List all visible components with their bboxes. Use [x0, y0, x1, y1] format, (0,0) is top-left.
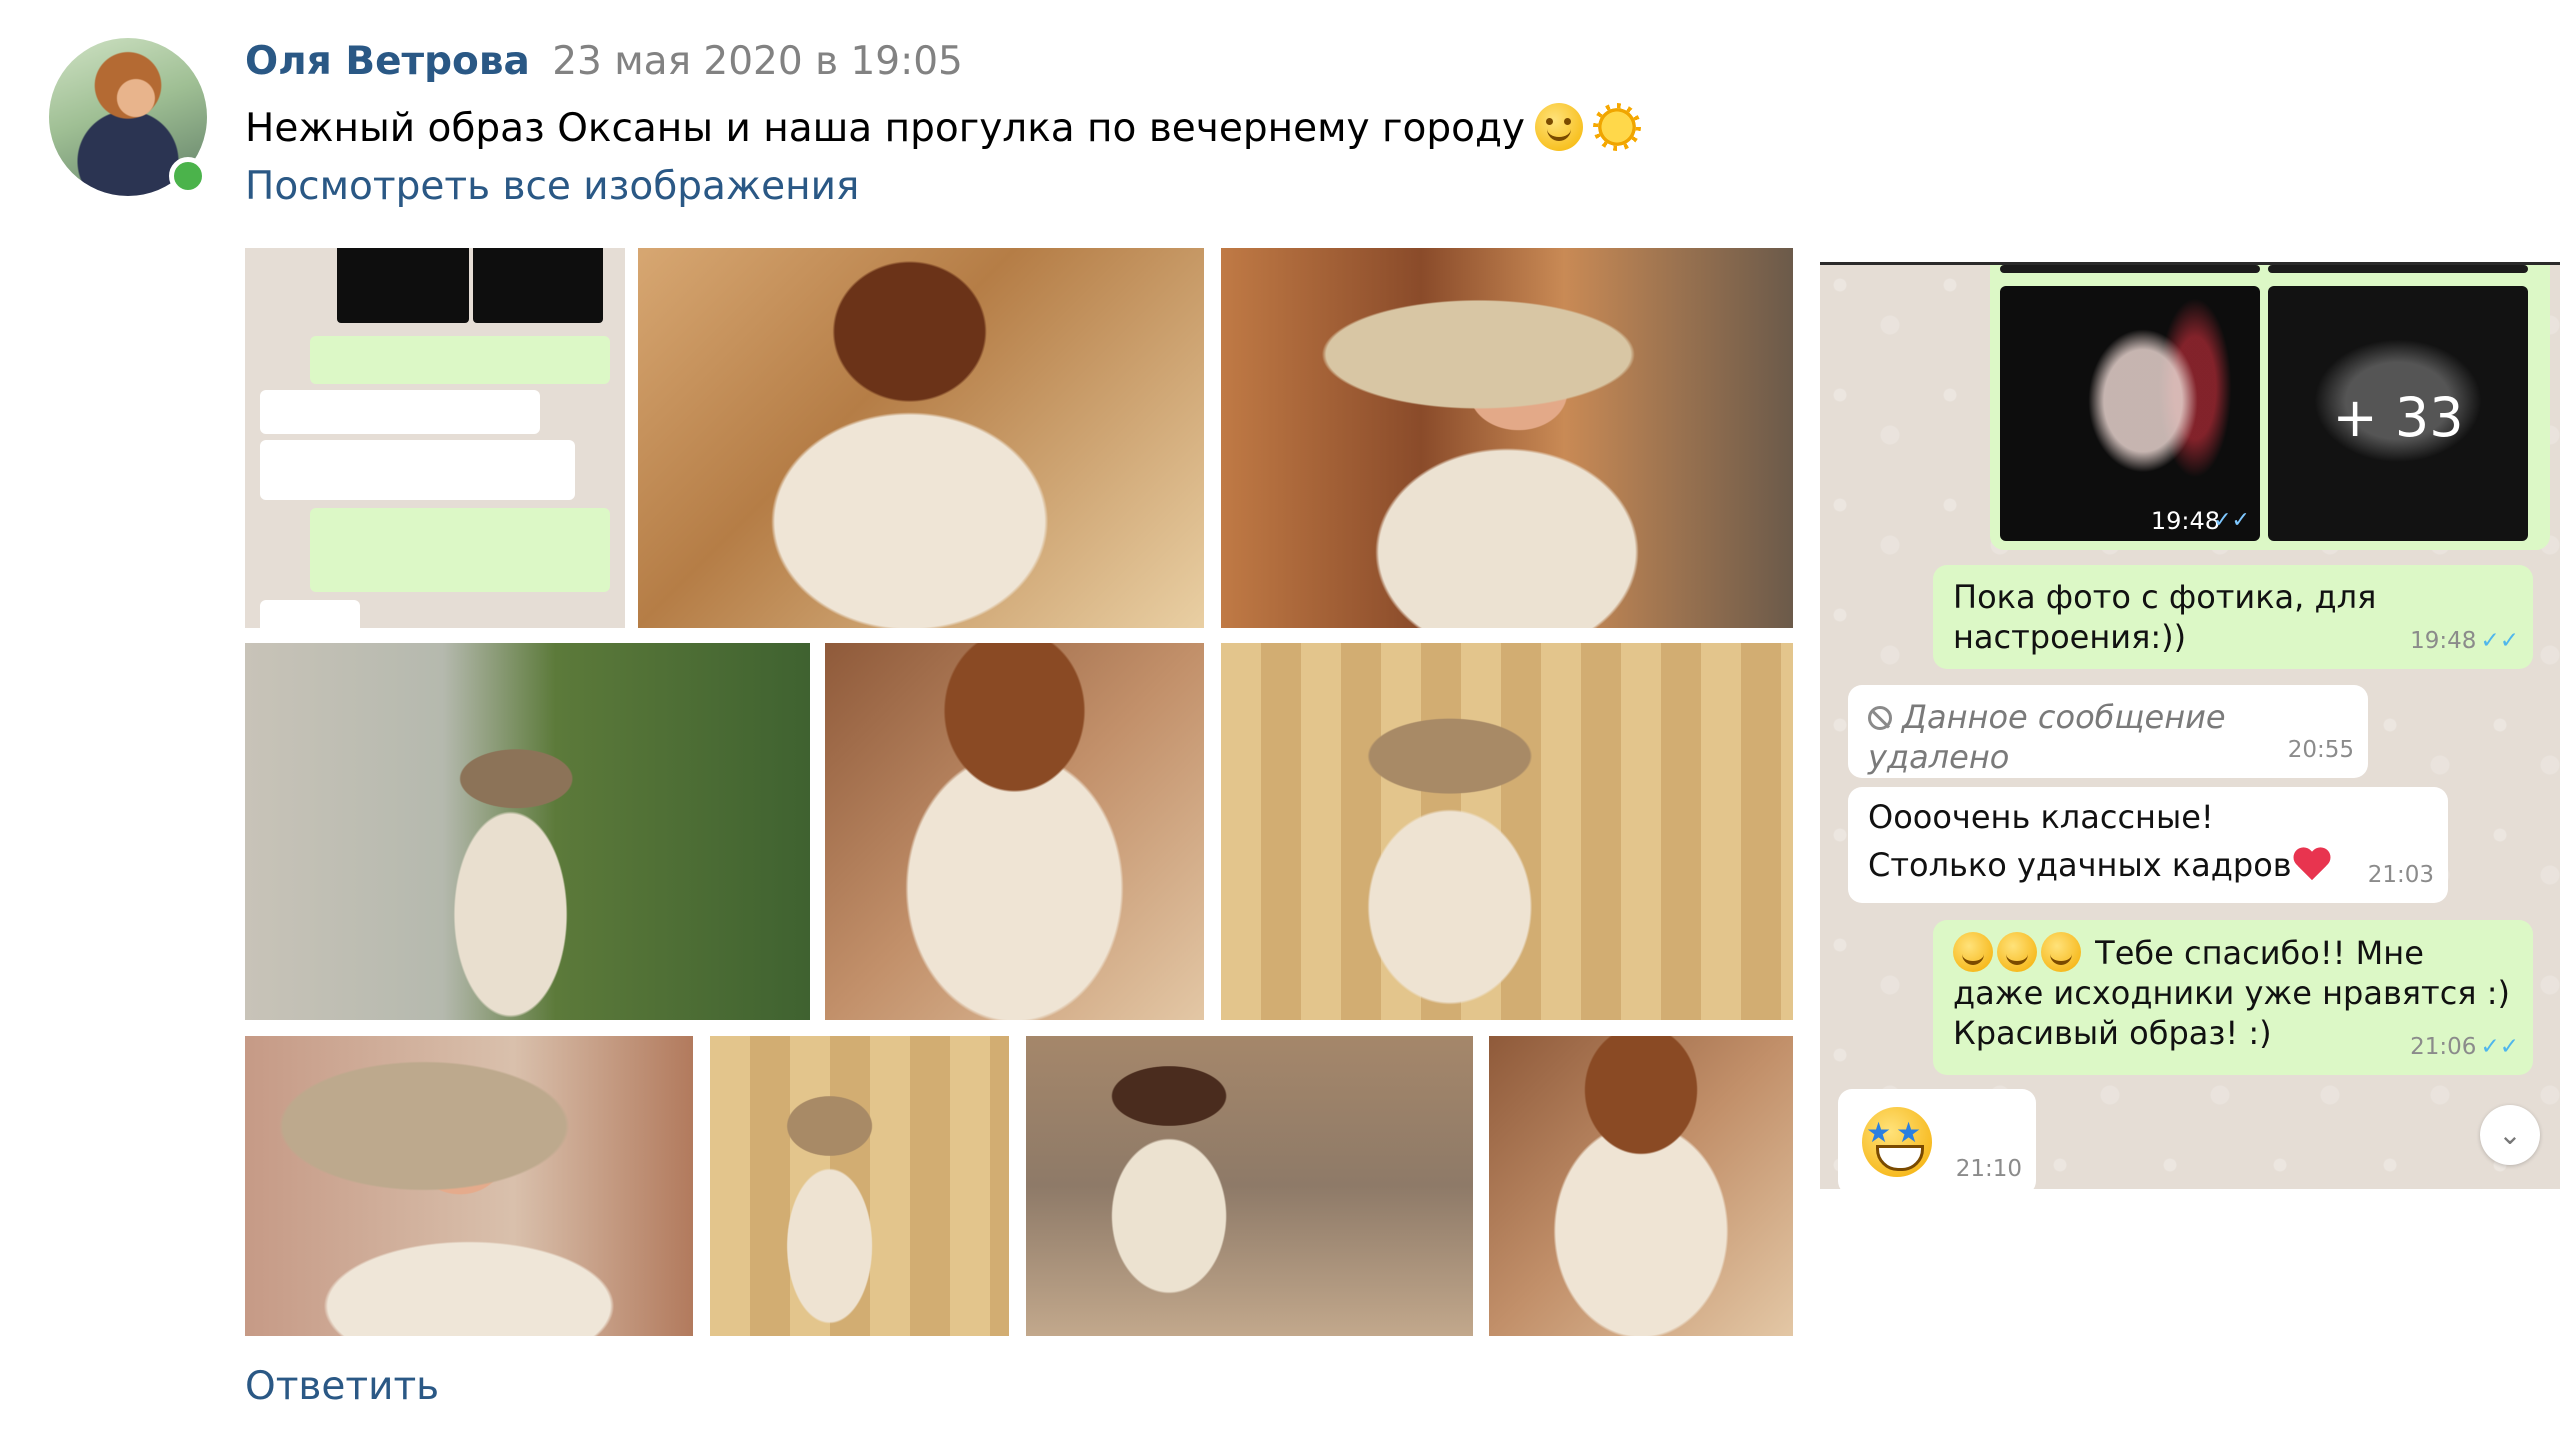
chat-message-outgoing: Тебе спасибо!! Мне даже исходники уже нр… — [1933, 920, 2533, 1075]
message-time: 21:10 — [1955, 1156, 2022, 1182]
photo-2[interactable] — [638, 248, 1204, 628]
post-text: Нежный образ Оксаны и наша прогулка по в… — [245, 103, 1641, 154]
smiling-face-icon — [1997, 932, 2037, 972]
post-date[interactable]: 23 мая 2020 в 19:05 — [552, 39, 963, 84]
chevron-double-down-icon: ⌄ — [2498, 1118, 2522, 1151]
double-check-icon: ✓✓ — [2480, 628, 2519, 654]
post-text-body: Нежный образ Оксаны и наша прогулка по в… — [245, 106, 1525, 151]
media-more-thumbnail[interactable]: + 33 — [2268, 286, 2528, 541]
photo-chat-screenshot[interactable] — [245, 248, 625, 628]
sun-icon — [1593, 103, 1641, 151]
photo-3[interactable] — [1221, 248, 1793, 628]
deleted-label: Данное сообщение удалено — [1868, 698, 2226, 776]
message-line-1: Тебе спасибо!! Мне — [1953, 932, 2513, 973]
chat-thumb-message — [260, 600, 360, 628]
chat-thumb-media-2 — [473, 248, 603, 323]
message-time: 21:06 — [2410, 1034, 2477, 1060]
chat-message-incoming: Оооочень классные! Столько удачных кадро… — [1848, 787, 2448, 903]
media-strip-right — [2268, 265, 2528, 273]
message-body: Тебе спасибо!! Мне — [2095, 934, 2424, 972]
chat-thumb-message — [260, 440, 575, 500]
message-time: 19:48 — [2410, 628, 2477, 654]
chat-screenshot: 19:48 ✓✓ + 33 Пока фото с фотика, для на… — [1820, 262, 2560, 1189]
photo-8[interactable] — [710, 1036, 1009, 1336]
chat-thumb-message — [310, 508, 610, 592]
message-line-2: даже исходники уже нравятся :) — [1953, 974, 2510, 1012]
message-meta: 20:55 — [2288, 730, 2354, 770]
photo-5[interactable] — [825, 643, 1204, 1020]
star-struck-icon — [1862, 1107, 1932, 1177]
blocked-icon — [1868, 706, 1892, 730]
author-name[interactable]: Оля Ветрова — [245, 39, 530, 84]
smiling-face-icon — [1953, 932, 1993, 972]
message-time: 20:55 — [2287, 737, 2354, 763]
more-count: + 33 — [2332, 386, 2464, 449]
red-heart-icon — [2292, 846, 2332, 882]
media-thumbnail[interactable]: 19:48 ✓✓ — [2000, 286, 2260, 541]
chat-media-message: 19:48 ✓✓ + 33 — [1990, 265, 2550, 550]
chat-message-outgoing: Пока фото с фотика, для настроения:)) 19… — [1933, 565, 2533, 669]
message-body: Оооочень классные! Столько удачных кадро… — [1868, 798, 2292, 884]
double-check-icon: ✓✓ — [2480, 1034, 2519, 1060]
photo-4[interactable] — [245, 643, 810, 1020]
media-time: 19:48 — [2150, 507, 2220, 535]
smiling-face-icon — [1535, 103, 1583, 151]
message-text: Данное сообщение удалено — [1868, 697, 2348, 777]
message-meta: 19:48 ✓✓ — [2410, 621, 2519, 661]
media-strip-left — [2000, 265, 2260, 273]
double-check-icon: ✓✓ — [2213, 508, 2250, 533]
photo-10[interactable] — [1489, 1036, 1793, 1336]
chat-thumb-media-1 — [337, 248, 469, 323]
message-text: Оооочень классные! Столько удачных кадро… — [1868, 793, 2338, 889]
photo-9[interactable] — [1026, 1036, 1473, 1336]
online-indicator — [169, 157, 207, 195]
photo-6[interactable] — [1221, 643, 1793, 1020]
reply-link[interactable]: Ответить — [245, 1362, 439, 1412]
message-meta: 21:03 — [2368, 855, 2434, 895]
message-meta: 21:06 ✓✓ — [2410, 1027, 2519, 1067]
post-header: Оля Ветрова 23 мая 2020 в 19:05 — [245, 38, 963, 86]
chat-message-emoji: 21:10 — [1838, 1089, 2036, 1189]
chat-message-deleted: Данное сообщение удалено 20:55 — [1848, 685, 2368, 778]
scroll-down-button[interactable]: ⌄ — [2480, 1105, 2540, 1165]
message-time: 21:03 — [2367, 862, 2434, 888]
smiling-face-icon — [2041, 932, 2081, 972]
photo-7[interactable] — [245, 1036, 693, 1336]
chat-thumb-message — [310, 336, 610, 384]
message-text: Пока фото с фотика, для настроения:)) — [1953, 578, 2377, 656]
chat-thumb-message — [260, 390, 540, 434]
message-meta: 21:10 — [1956, 1149, 2022, 1189]
view-all-images-link[interactable]: Посмотреть все изображения — [245, 162, 859, 212]
